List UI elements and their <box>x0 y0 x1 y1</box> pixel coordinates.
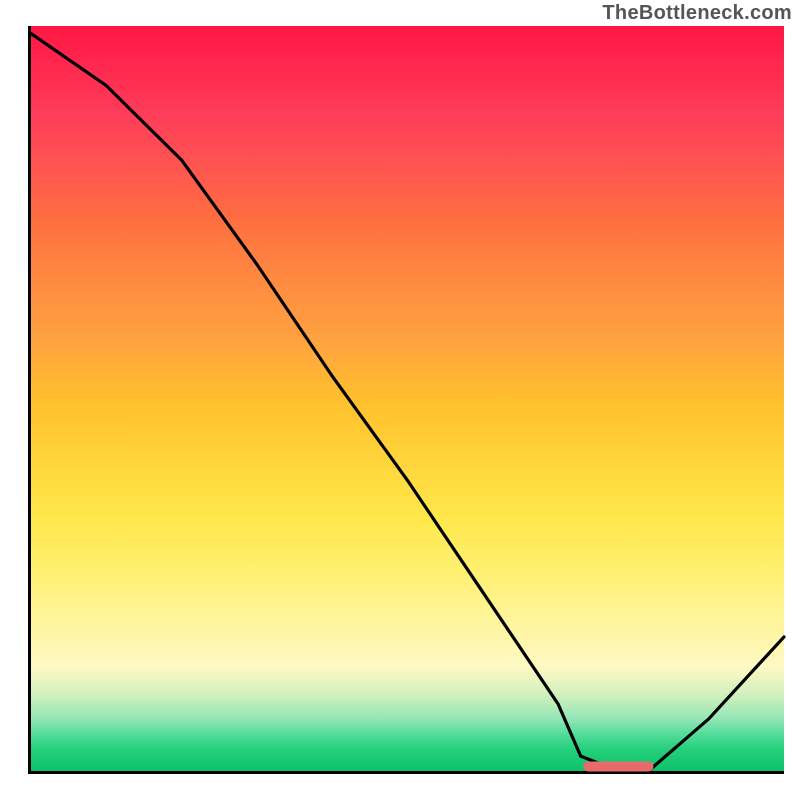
x-axis <box>28 771 784 774</box>
plot-area <box>31 26 784 771</box>
chart-svg <box>31 26 784 771</box>
bottleneck-curve <box>31 34 784 772</box>
watermark-text: TheBottleneck.com <box>602 2 792 25</box>
chart-frame: TheBottleneck.com <box>0 0 800 800</box>
